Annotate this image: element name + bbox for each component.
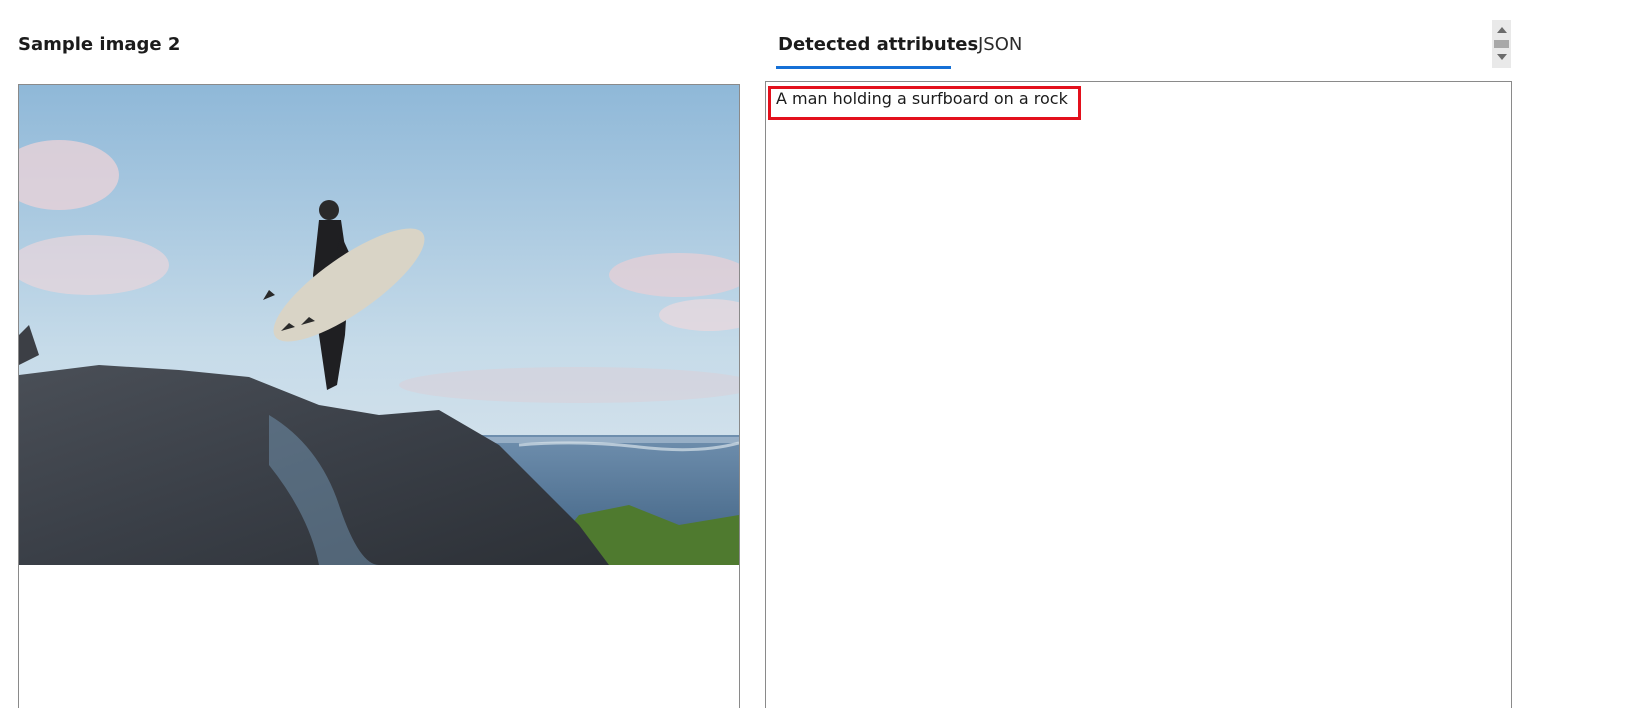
detected-attributes-panel: A man holding a surfboard on a rock: [765, 81, 1512, 708]
sample-title: Sample image 2: [18, 34, 181, 55]
caption-text: A man holding a surfboard on a rock: [776, 89, 1068, 108]
tab-json[interactable]: JSON: [978, 34, 1022, 55]
sample-photo: [19, 85, 739, 565]
scroll-down-icon[interactable]: [1497, 54, 1507, 60]
scroll-up-icon[interactable]: [1497, 27, 1507, 33]
active-tab-indicator: [776, 66, 951, 69]
tabs-scrollbar[interactable]: [1492, 20, 1511, 68]
sample-image-frame: [18, 84, 740, 708]
tab-detected-attributes[interactable]: Detected attributes: [778, 34, 978, 55]
scroll-thumb[interactable]: [1494, 40, 1509, 48]
page: Sample image 2 Detected attributes JSON …: [0, 0, 1627, 708]
